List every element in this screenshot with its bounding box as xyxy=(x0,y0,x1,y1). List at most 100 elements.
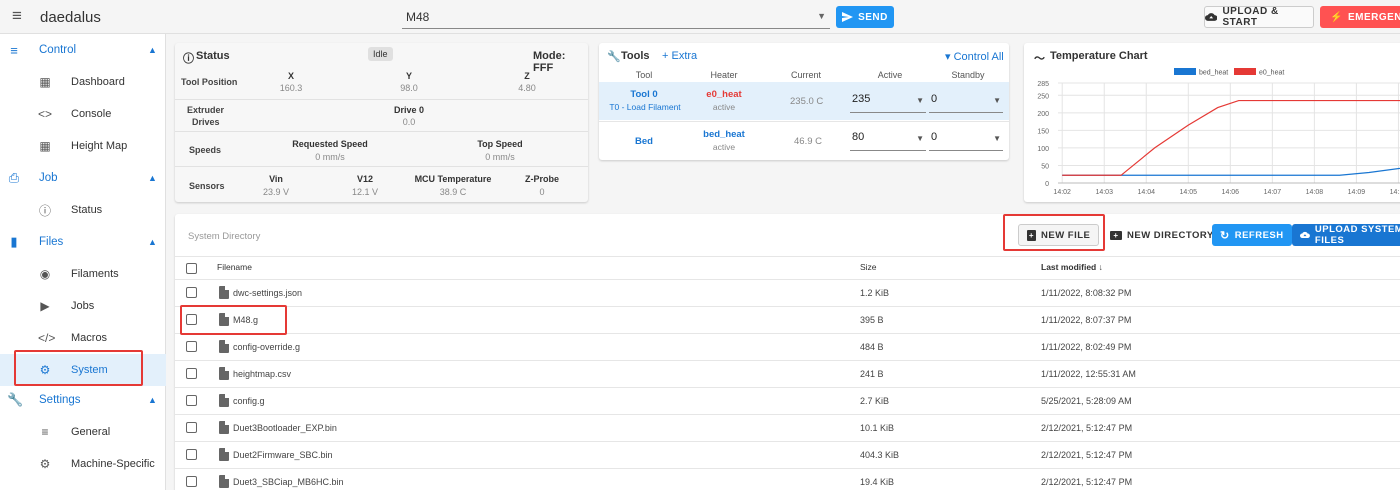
radio-icon: ◉ xyxy=(39,267,51,281)
tool-0-standby-temp-select[interactable]: 0 ▼ xyxy=(929,93,1003,113)
row-checkbox[interactable] xyxy=(186,314,197,325)
row-checkbox[interactable] xyxy=(186,476,197,487)
extra-toggle[interactable]: + Extra xyxy=(662,50,697,62)
nav-group-control[interactable]: ≡ Control ▲ xyxy=(0,34,166,66)
select-all-checkbox[interactable] xyxy=(186,263,197,274)
sidebar-item-macros[interactable]: </> Macros xyxy=(0,322,166,354)
tool-position-row: Tool Position X 160.3 Y 98.0 Z 4.80 xyxy=(175,67,588,99)
tool-0-heater-state[interactable]: active xyxy=(699,102,749,112)
file-size: 1.2 KiB xyxy=(860,288,890,298)
new-file-button[interactable]: + NEW FILE xyxy=(1018,224,1100,246)
tool-0-active-temp-select[interactable]: 235 ▼ xyxy=(850,93,926,113)
file-icon xyxy=(219,367,229,380)
file-name[interactable]: config.g xyxy=(233,396,265,406)
control-all-dropdown[interactable]: ▾ Control All xyxy=(945,50,1004,63)
tool-0-name[interactable]: Tool 0 xyxy=(619,89,669,100)
column-header-last-modified[interactable]: Last modified ↓ xyxy=(1041,262,1103,272)
menu-icon[interactable]: ≡ xyxy=(8,7,26,25)
tool-0-current-temp: 235.0 C xyxy=(790,96,824,107)
upload-and-start-button[interactable]: UPLOAD & START xyxy=(1204,6,1314,28)
sidebar-item-dashboard[interactable]: ▦ Dashboard xyxy=(0,66,166,98)
upload-system-files-label: UPLOAD SYSTEM FILES xyxy=(1314,224,1400,246)
v12-label: V12 xyxy=(356,174,373,184)
mcu-temperature-value: 38.9 C xyxy=(439,187,467,197)
table-row[interactable]: Duet3Bootloader_EXP.bin 10.1 KiB 2/12/2021… xyxy=(175,414,1400,441)
row-checkbox[interactable] xyxy=(186,287,197,298)
row-checkbox[interactable] xyxy=(186,422,197,433)
sidebar-item-height-map[interactable]: ▦ Height Map xyxy=(0,130,166,162)
bed-current-temp: 46.9 C xyxy=(794,136,822,147)
gcode-command-input[interactable]: M48 ▼ xyxy=(402,5,830,29)
table-row[interactable]: M48.g 395 B 1/11/2022, 8:07:37 PM xyxy=(175,306,1400,333)
x-tick-label: 14:03 xyxy=(1095,189,1113,196)
file-name[interactable]: dwc-settings.json xyxy=(233,288,302,298)
sidebar-item-label: Console xyxy=(71,108,112,120)
file-name[interactable]: heightmap.csv xyxy=(233,369,291,379)
refresh-button[interactable]: ↻ REFRESH xyxy=(1212,224,1292,246)
sidebar-item-general[interactable]: ≡ General xyxy=(0,416,166,448)
app-title: daedalus xyxy=(40,9,101,26)
new-directory-button[interactable]: + NEW DIRECTORY xyxy=(1102,224,1222,246)
file-name[interactable]: config-override.g xyxy=(233,342,300,352)
sidebar-item-system[interactable]: ⚙ System xyxy=(0,354,166,386)
nav-group-job[interactable]: ⎙ Job ▲ xyxy=(0,162,166,194)
row-checkbox[interactable] xyxy=(186,449,197,460)
axis-y-label: Y xyxy=(405,71,412,81)
row-checkbox[interactable] xyxy=(186,341,197,352)
directory-breadcrumb[interactable]: System Directory xyxy=(188,231,260,242)
sidebar-item-machine-specific[interactable]: ⚙ Machine-Specific xyxy=(0,448,166,480)
table-row[interactable]: Duet3_SBCiap_MB6HC.bin 19.4 KiB 2/12/2021,… xyxy=(175,468,1400,490)
sidebar-item-jobs[interactable]: ▶ Jobs xyxy=(0,290,166,322)
upload-system-files-button[interactable]: UPLOAD SYSTEM FILES xyxy=(1292,224,1400,246)
chevron-down-icon: ▼ xyxy=(993,134,1001,143)
sidebar-item-label: Jobs xyxy=(71,300,95,312)
sidebar-item-label: Machine-Specific xyxy=(71,458,155,470)
refresh-icon: ↻ xyxy=(1220,229,1230,242)
column-header-size[interactable]: Size xyxy=(860,262,877,272)
bed-heater-name[interactable]: bed_heat xyxy=(699,129,749,140)
chevron-down-icon: ▼ xyxy=(916,134,924,143)
nav-group-files[interactable]: ▮ Files ▲ xyxy=(0,226,166,258)
bed-active-temp-select[interactable]: 80 ▼ xyxy=(850,131,926,151)
y-tick-label: 150 xyxy=(1037,128,1049,135)
file-name[interactable]: Duet2Firmware_SBC.bin xyxy=(233,450,333,460)
grid-icon: ▦ xyxy=(39,139,51,153)
table-row[interactable]: config.g 2.7 KiB 5/25/2021, 5:28:09 AM xyxy=(175,387,1400,414)
sidebar-item-label: Dashboard xyxy=(71,76,125,88)
chevron-down-icon[interactable]: ▼ xyxy=(817,11,826,21)
drives-label: Drives xyxy=(192,117,220,127)
table-row[interactable]: dwc-settings.json 1.2 KiB 1/11/2022, 8:08:… xyxy=(175,279,1400,306)
tool-0-heater-name[interactable]: e0_heat xyxy=(699,89,749,100)
axis-x-value: 160.3 xyxy=(279,83,303,93)
file-name[interactable]: Duet3_SBCiap_MB6HC.bin xyxy=(233,477,344,487)
table-row[interactable]: Duet2Firmware_SBC.bin 404.3 KiB 2/12/2021,… xyxy=(175,441,1400,468)
sidebar-item-console[interactable]: <> Console xyxy=(0,98,166,130)
row-checkbox[interactable] xyxy=(186,368,197,379)
requested-speed-value: 0 mm/s xyxy=(315,152,345,162)
sidebar-item-status[interactable]: ⓘ Status xyxy=(0,194,166,226)
drive-0-label: Drive 0 xyxy=(393,105,425,115)
requested-speed-label: Requested Speed xyxy=(292,139,368,149)
bed-heater-state[interactable]: active xyxy=(699,142,749,152)
x-tick-label: 14:10 xyxy=(1390,189,1400,196)
cogs-icon: ⚙ xyxy=(39,457,51,471)
status-badge: Idle xyxy=(368,47,393,61)
bed-standby-value: 0 xyxy=(931,131,938,143)
x-tick-label: 14:02 xyxy=(1053,189,1071,196)
send-button[interactable]: SEND xyxy=(836,6,894,28)
file-name[interactable]: Duet3Bootloader_EXP.bin xyxy=(233,423,337,433)
file-name[interactable]: M48.g xyxy=(233,315,258,325)
sidebar-item-label: Status xyxy=(71,204,103,216)
bed-standby-temp-select[interactable]: 0 ▼ xyxy=(929,131,1003,151)
tool-0-load-filament-link[interactable]: T0 - Load Filament xyxy=(605,102,685,112)
column-header-filename[interactable]: Filename xyxy=(217,262,252,272)
table-row[interactable]: heightmap.csv 241 B 1/11/2022, 12:55:31 AM xyxy=(175,360,1400,387)
bed-name[interactable]: Bed xyxy=(619,136,669,147)
printer-icon: ⎙ xyxy=(8,170,20,185)
emergency-stop-button[interactable]: ⚡ EMERGENCY xyxy=(1320,6,1400,28)
row-checkbox[interactable] xyxy=(186,395,197,406)
nav-group-settings[interactable]: 🔧 Settings ▲ xyxy=(0,384,166,416)
table-row[interactable]: config-override.g 484 B 1/11/2022, 8:02:49… xyxy=(175,333,1400,360)
sensors-label: Sensors xyxy=(189,181,225,191)
sidebar-item-filaments[interactable]: ◉ Filaments xyxy=(0,258,166,290)
